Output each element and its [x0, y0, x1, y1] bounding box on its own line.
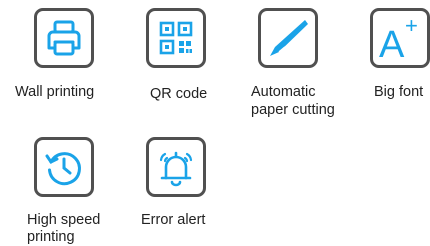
qr-code-icon — [159, 21, 193, 55]
feature-label: Automatic — [251, 84, 316, 100]
feature-label: Wall printing — [15, 84, 95, 100]
clock-speed-icon — [45, 152, 81, 186]
alarm-bell-icon — [159, 151, 193, 187]
feature-grid: Wall printing QR code Automatic paper cu… — [0, 0, 430, 246]
big-font-glyph: A — [379, 24, 405, 65]
printer-icon — [47, 20, 81, 56]
feature-label: High speed — [27, 212, 101, 228]
big-font-icon-box: A + — [370, 8, 430, 68]
feature-label-line2: paper cutting — [251, 102, 335, 118]
feature-label-line2: printing — [27, 229, 75, 245]
clock-speed-icon-box — [34, 137, 94, 197]
big-font-icon: A + — [379, 13, 418, 65]
cutter-knife-icon-box — [258, 8, 318, 68]
feature-label: Big font — [374, 84, 424, 100]
cutter-knife-icon — [270, 20, 308, 56]
feature-label: Error alert — [141, 212, 206, 228]
big-font-plus: + — [405, 13, 418, 38]
feature-label: QR code — [150, 86, 208, 102]
qr-code-icon-box — [146, 8, 206, 68]
alarm-bell-icon-box — [146, 137, 206, 197]
printer-icon-box — [34, 8, 94, 68]
